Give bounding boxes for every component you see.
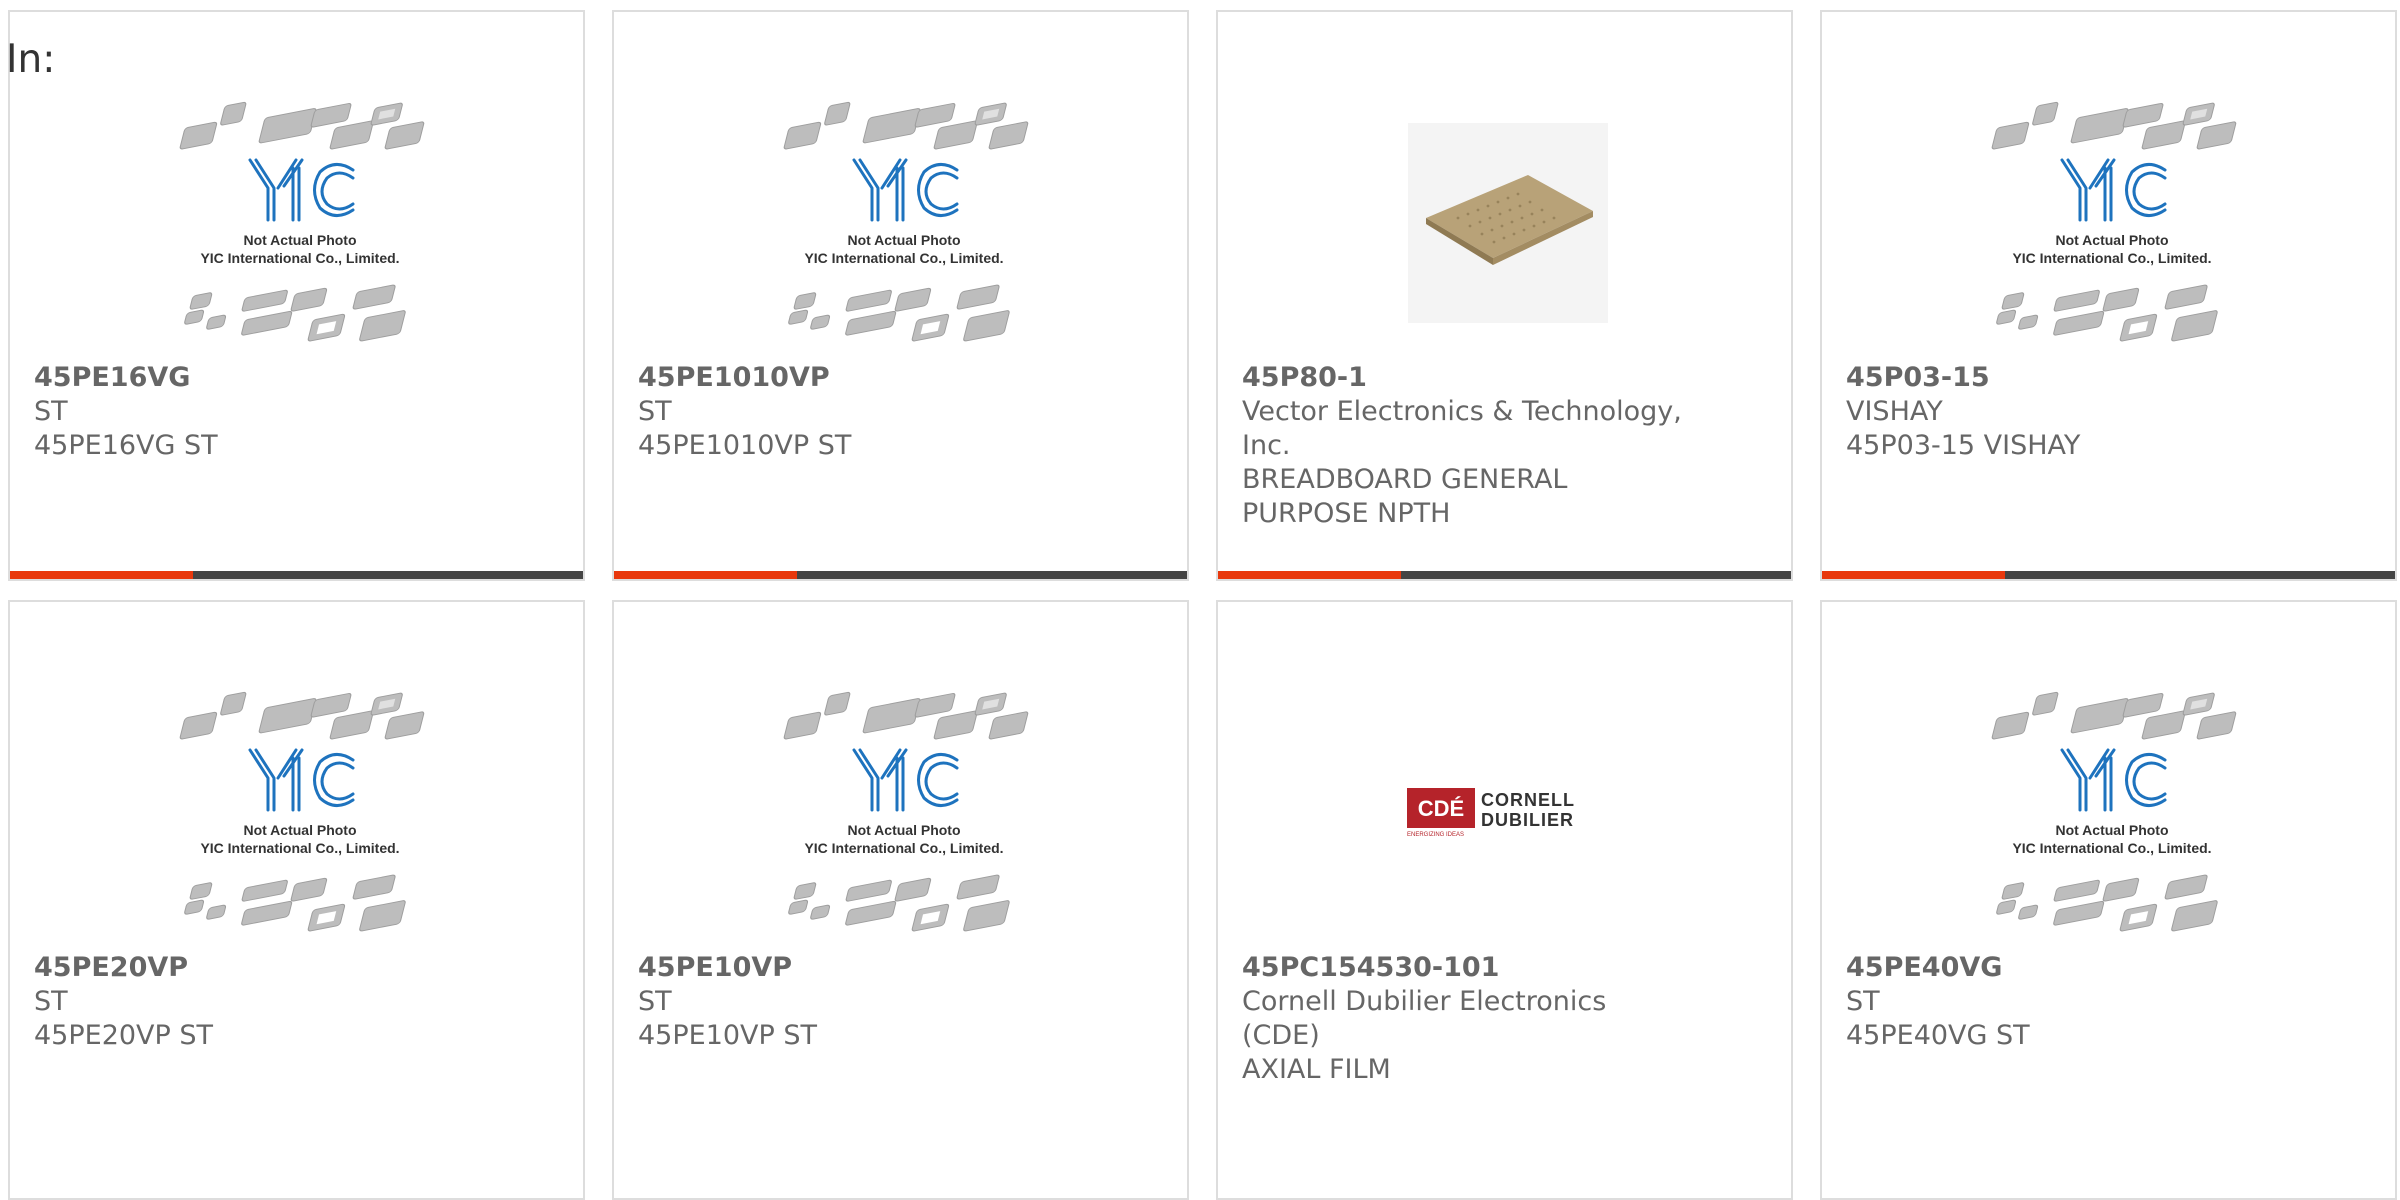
product-manufacturer: ST <box>638 986 672 1017</box>
product-manufacturer: Vector Electronics & Technology, Inc. <box>1242 396 1682 461</box>
photo-notice-line2: YIC International Co., Limited. <box>804 840 1003 856</box>
yic-logo <box>248 748 355 812</box>
product-part-number[interactable]: 45PE20VP <box>34 951 474 985</box>
photo-notice-line2: YIC International Co., Limited. <box>2012 250 2211 266</box>
product-part-number[interactable]: 45PE1010VP <box>638 361 1078 395</box>
product-card[interactable]: Not Actual Photo YIC International Co., … <box>1820 600 2397 1200</box>
product-part-number[interactable]: 45PC154530-101 <box>1242 951 1682 985</box>
product-description: 45PE16VG ST <box>34 430 218 461</box>
product-card[interactable]: Not Actual Photo YIC International Co., … <box>1820 10 2397 581</box>
photo-notice-line1: Not Actual Photo <box>243 232 356 248</box>
yic-placeholder-graphic: Not Actual Photo YIC International Co., … <box>783 691 1029 932</box>
cde-logo-image: CDÉ CORNELL DUBILIER ENERGIZING IDEAS <box>1407 788 1575 838</box>
product-part-number[interactable]: 45P80-1 <box>1242 361 1682 395</box>
yic-logo <box>852 158 959 222</box>
product-image-placeholder[interactable]: Not Actual Photo YIC International Co., … <box>1882 672 2342 954</box>
cde-line1: CORNELL <box>1481 790 1575 810</box>
product-description: 45PE20VP ST <box>34 1020 214 1051</box>
photo-notice-line2: YIC International Co., Limited. <box>200 840 399 856</box>
product-description: AXIAL FILM <box>1242 1054 1391 1085</box>
product-image-breadboard[interactable] <box>1278 82 1738 364</box>
photo-notice-line1: Not Actual Photo <box>2055 232 2168 248</box>
photo-notice-line2: YIC International Co., Limited. <box>2012 840 2211 856</box>
breadboard-image <box>1408 123 1608 323</box>
product-image-cde-logo[interactable]: CDÉ CORNELL DUBILIER ENERGIZING IDEAS <box>1278 672 1738 954</box>
photo-notice-line1: Not Actual Photo <box>2055 822 2168 838</box>
cde-line2: DUBILIER <box>1481 810 1574 830</box>
product-manufacturer: VISHAY <box>1846 396 1943 427</box>
yic-placeholder-graphic: Not Actual Photo YIC International Co., … <box>783 101 1029 342</box>
yic-logo <box>2060 748 2167 812</box>
product-image-placeholder[interactable]: Not Actual Photo YIC International Co., … <box>70 82 530 364</box>
photo-notice-line1: Not Actual Photo <box>847 232 960 248</box>
product-manufacturer: ST <box>34 986 68 1017</box>
card-accent-bar <box>10 571 583 579</box>
product-image-placeholder[interactable]: Not Actual Photo YIC International Co., … <box>674 672 1134 954</box>
product-image-placeholder[interactable]: Not Actual Photo YIC International Co., … <box>1882 82 2342 364</box>
photo-notice-line1: Not Actual Photo <box>243 822 356 838</box>
product-part-number[interactable]: 45PE10VP <box>638 951 1078 985</box>
yic-placeholder-graphic: Not Actual Photo YIC International Co., … <box>179 691 425 932</box>
product-image-placeholder[interactable]: Not Actual Photo YIC International Co., … <box>674 82 1134 364</box>
product-card[interactable]: 45P80-1 Vector Electronics & Technology,… <box>1216 10 1793 581</box>
yic-placeholder-graphic: Not Actual Photo YIC International Co., … <box>179 101 425 342</box>
product-description: BREADBOARD GENERAL PURPOSE NPTH <box>1242 464 1568 529</box>
product-part-number[interactable]: 45PE16VG <box>34 361 474 395</box>
product-card[interactable]: CDÉ CORNELL DUBILIER ENERGIZING IDEAS 45… <box>1216 600 1793 1200</box>
product-manufacturer: ST <box>1846 986 1880 1017</box>
product-card[interactable]: Not Actual Photo YIC International Co., … <box>8 600 585 1200</box>
card-accent-bar <box>1822 571 2395 579</box>
product-part-number[interactable]: 45P03-15 <box>1846 361 2286 395</box>
card-accent-bar <box>1218 571 1791 579</box>
card-accent-bar <box>614 571 1187 579</box>
product-part-number[interactable]: 45PE40VG <box>1846 951 2286 985</box>
product-description: 45P03-15 VISHAY <box>1846 430 2081 461</box>
yic-logo <box>248 158 355 222</box>
product-image-placeholder[interactable]: Not Actual Photo YIC International Co., … <box>70 672 530 954</box>
yic-placeholder-graphic: Not Actual Photo YIC International Co., … <box>1991 101 2237 342</box>
product-description: 45PE1010VP ST <box>638 430 852 461</box>
yic-placeholder-graphic: Not Actual Photo YIC International Co., … <box>1991 691 2237 932</box>
cde-tagline: ENERGIZING IDEAS <box>1407 832 1464 838</box>
product-description: 45PE10VP ST <box>638 1020 818 1051</box>
photo-notice-line2: YIC International Co., Limited. <box>804 250 1003 266</box>
search-prefix-label: In: <box>6 37 56 82</box>
cde-badge-text: CDÉ <box>1418 796 1464 821</box>
product-card[interactable]: Not Actual Photo YIC International Co., … <box>612 600 1189 1200</box>
product-manufacturer: ST <box>34 396 68 427</box>
product-manufacturer: Cornell Dubilier Electronics (CDE) <box>1242 986 1607 1051</box>
yic-logo <box>2060 158 2167 222</box>
product-card[interactable]: Not Actual Photo YIC International Co., … <box>8 10 585 581</box>
photo-notice-line1: Not Actual Photo <box>847 822 960 838</box>
yic-logo <box>852 748 959 812</box>
product-card[interactable]: Not Actual Photo YIC International Co., … <box>612 10 1189 581</box>
product-description: 45PE40VG ST <box>1846 1020 2030 1051</box>
photo-notice-line2: YIC International Co., Limited. <box>200 250 399 266</box>
product-manufacturer: ST <box>638 396 672 427</box>
